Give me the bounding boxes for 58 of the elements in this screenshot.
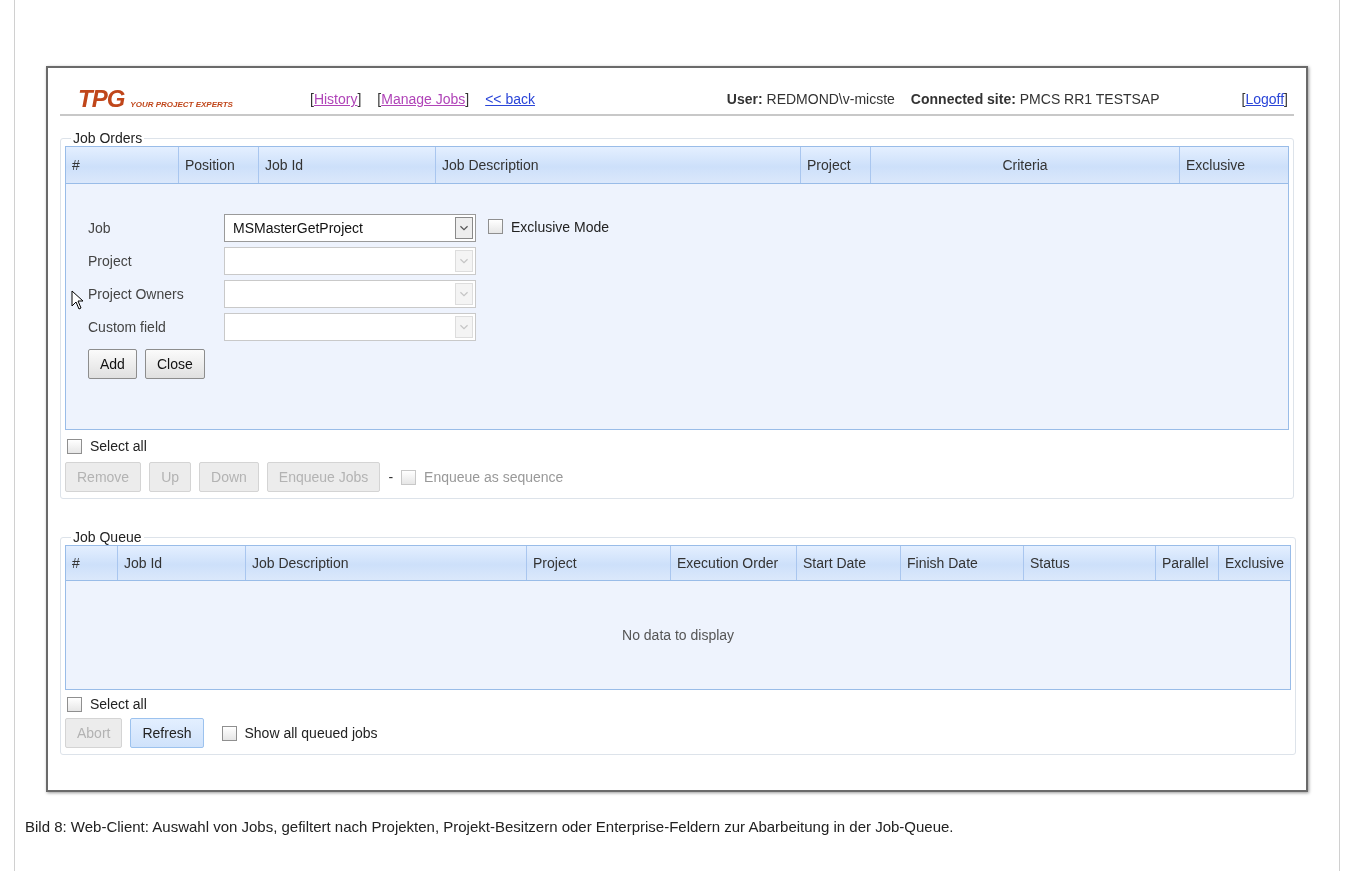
column-header[interactable]: # <box>66 147 178 183</box>
column-header[interactable]: Job Description <box>435 147 800 183</box>
bracket: [ <box>1241 91 1246 107</box>
mouse-pointer-icon <box>71 290 85 311</box>
bracket: ] <box>465 91 470 107</box>
bracket: ] <box>357 91 362 107</box>
section-title: Job Orders <box>72 130 144 146</box>
column-header[interactable]: Project <box>800 147 870 183</box>
user-label: User: <box>726 91 763 107</box>
nav-link[interactable]: History <box>313 91 358 107</box>
column-header[interactable]: Criteria <box>870 147 1179 183</box>
nav-link[interactable]: << back <box>485 91 535 107</box>
checkbox[interactable] <box>67 696 82 712</box>
column-header[interactable]: Position <box>178 147 258 183</box>
site-label: Connected site: <box>910 91 1016 107</box>
form-button[interactable]: Close <box>144 349 205 379</box>
checkbox[interactable] <box>488 219 503 235</box>
chevron-down-icon <box>455 217 473 239</box>
field-label: Project <box>88 253 132 269</box>
column-header[interactable]: Exclusive <box>1179 147 1288 183</box>
column-header[interactable]: Start Date <box>796 546 900 580</box>
site-name: PMCS RR1 TESTSAP <box>1019 91 1160 107</box>
figure-caption: Bild 8: Web-Client: Auswahl von Jobs, gefiltert nach Projekten, Projekt-Besitzern oder Enterprise-Feldern zur Abarbeitung in der Job-Queue. <box>25 818 955 835</box>
chevron-down-icon <box>455 250 473 272</box>
separator-text: - <box>388 469 394 485</box>
action-button[interactable]: Refresh <box>130 718 204 748</box>
checkbox-label: Select all <box>90 696 147 712</box>
bracket: [ <box>310 91 314 107</box>
section-title: Job Queue <box>72 529 143 545</box>
dropdown-field[interactable]: MSMasterGetProject <box>224 214 476 242</box>
column-header[interactable]: Job Id <box>117 546 245 580</box>
checkbox-label: Select all <box>90 438 147 454</box>
column-header[interactable]: Exclusive <box>1218 546 1291 580</box>
column-header[interactable]: Finish Date <box>900 546 1023 580</box>
column-header[interactable]: Job Description <box>245 546 526 580</box>
column-header[interactable]: Job Id <box>258 147 435 183</box>
field-label: Project Owners <box>88 286 184 302</box>
column-header[interactable]: Execution Order <box>670 546 796 580</box>
chevron-down-icon <box>455 283 473 305</box>
bracket: ] <box>1284 91 1288 107</box>
checkbox-label: Show all queued jobs <box>244 725 378 741</box>
checkbox-label: Exclusive Mode <box>511 218 610 235</box>
logo-tagline: YOUR PROJECT EXPERTS <box>130 100 233 109</box>
field-label: Job <box>88 220 111 236</box>
checkbox[interactable] <box>221 725 237 741</box>
bracket: [ <box>377 91 382 107</box>
column-header[interactable]: Parallel <box>1155 546 1218 580</box>
column-header[interactable]: # <box>66 546 117 580</box>
column-header[interactable]: Project <box>526 546 670 580</box>
form-button[interactable]: Add <box>88 349 137 379</box>
checkbox-label: Enqueue as sequence <box>424 469 564 485</box>
column-header[interactable]: Status <box>1023 546 1155 580</box>
empty-message: No data to display <box>622 627 735 643</box>
field-label: Custom field <box>88 319 166 335</box>
user-name: REDMOND\v-micste <box>766 91 895 107</box>
chevron-down-icon <box>455 316 473 338</box>
checkbox[interactable] <box>67 438 82 454</box>
logo: TPG <box>78 87 125 111</box>
